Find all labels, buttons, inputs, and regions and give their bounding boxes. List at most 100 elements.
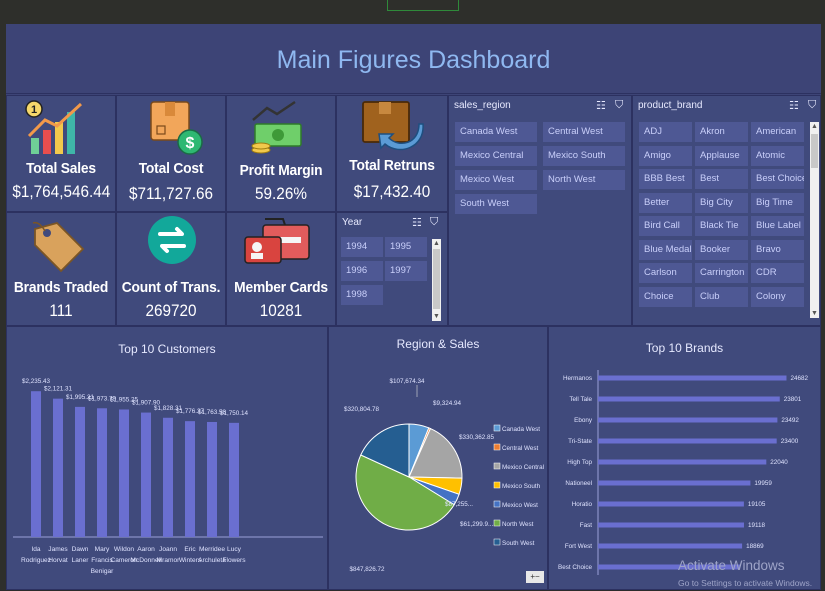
- brand-item[interactable]: American: [751, 122, 804, 142]
- brand-item[interactable]: Booker: [695, 239, 748, 260]
- activation-watermark-subtitle: Go to Settings to activate Windows.: [678, 578, 813, 588]
- legend-label: Mexico Central: [502, 464, 544, 471]
- bar: [75, 406, 85, 537]
- brand-item[interactable]: Carrington: [695, 263, 748, 283]
- slicer-header: product_brand: [638, 100, 703, 111]
- brand-item[interactable]: Bird Call: [639, 216, 692, 236]
- brand-item[interactable]: Better: [639, 192, 692, 213]
- brand-item[interactable]: Amigo: [639, 145, 692, 166]
- kpi-label: Member Cards: [234, 279, 328, 296]
- category-label: Horatio: [572, 501, 593, 508]
- category-label: Mramor: [157, 557, 181, 564]
- slicer-product-brand[interactable]: product_brand ☷ ⛉ ADJ Akron American Amigo A…: [632, 95, 821, 326]
- year-item[interactable]: 1997: [385, 261, 427, 281]
- year-item[interactable]: 1994: [341, 237, 383, 257]
- legend-swatch: [493, 424, 501, 432]
- brand-item[interactable]: BBB Best: [639, 169, 692, 189]
- category-label: Tell Tale: [569, 396, 592, 403]
- category-label: Best Choice: [558, 564, 592, 571]
- region-item[interactable]: Central West: [543, 122, 625, 142]
- selection-indicator: [387, 0, 459, 11]
- brand-item[interactable]: Carlson: [639, 263, 692, 283]
- kpi-total-sales[interactable]: 1 Total Sales $1,764,546.44: [6, 95, 116, 212]
- slicer-year[interactable]: Year ☷ ⛉ 1994 1995 1996 1997 1998 ▲ ▼: [336, 212, 448, 326]
- expand-collapse-icon[interactable]: +−: [526, 571, 544, 583]
- multi-select-icon[interactable]: ☷: [596, 99, 606, 112]
- category-label: Merridee: [199, 546, 225, 553]
- kpi-count-transactions[interactable]: Count of Trans. 269720: [116, 212, 226, 326]
- brand-item[interactable]: Black Tie: [695, 216, 748, 236]
- id-card-icon: [244, 218, 310, 264]
- price-tag-icon: [32, 221, 85, 273]
- clear-filter-icon[interactable]: ⛉: [808, 99, 816, 112]
- category-label: Tri-State: [568, 438, 592, 445]
- scroll-up-icon: ▲: [433, 240, 440, 247]
- brand-item[interactable]: Bravo: [751, 239, 804, 260]
- kpi-member-cards[interactable]: Member Cards 10281: [226, 212, 336, 326]
- dashboard: Main Figures Dashboard 1 Total Sales $1,…: [6, 24, 821, 590]
- brand-item[interactable]: Best Choice: [751, 169, 804, 189]
- data-label: $1,750.14: [220, 410, 249, 417]
- kpi-total-cost[interactable]: $ Total Cost $711,727.66: [116, 95, 226, 212]
- clear-filter-icon[interactable]: ⛉: [430, 216, 438, 229]
- brand-item[interactable]: Applause: [695, 145, 748, 166]
- legend-label: Mexico South: [502, 483, 541, 490]
- brand-scrollbar[interactable]: ▲ ▼: [810, 122, 819, 318]
- multi-select-icon[interactable]: ☷: [789, 99, 799, 112]
- year-item[interactable]: 1995: [385, 237, 427, 257]
- year-item[interactable]: 1996: [341, 261, 383, 281]
- brand-item[interactable]: Blue Medal: [639, 239, 692, 260]
- category-label: Hermanos: [563, 375, 592, 382]
- kpi-profit-margin[interactable]: Profit Margin 59.26%: [226, 95, 336, 212]
- region-item[interactable]: South West: [455, 194, 537, 214]
- data-label: $847,826.72: [349, 566, 385, 573]
- legend-swatch: [493, 500, 501, 508]
- bar: [598, 522, 744, 528]
- exchange-arrows-icon: [148, 216, 196, 264]
- kpi-brands-traded[interactable]: Brands Traded 111: [6, 212, 116, 326]
- category-label: Aaron: [137, 546, 155, 553]
- category-label: Wildon: [114, 546, 134, 553]
- legend-swatch: [493, 481, 501, 489]
- kpi-label: Total Sales: [26, 160, 96, 177]
- region-item[interactable]: Mexico Central: [455, 146, 537, 166]
- brand-item[interactable]: ADJ: [639, 122, 692, 142]
- year-item[interactable]: 1998: [341, 285, 383, 305]
- region-item[interactable]: North West: [543, 170, 625, 190]
- kpi-value: $1,764,546.44: [12, 182, 111, 201]
- legend-label: Canada West: [502, 426, 540, 433]
- brand-item[interactable]: Choice: [639, 286, 692, 307]
- category-label: Horvat: [48, 557, 68, 564]
- clear-filter-icon[interactable]: ⛉: [615, 99, 623, 112]
- brand-item[interactable]: Best: [695, 169, 748, 189]
- legend-label: North West: [502, 521, 534, 528]
- window-frame: Main Figures Dashboard 1 Total Sales $1,…: [0, 0, 825, 590]
- kpi-label: Profit Margin: [239, 162, 323, 179]
- brand-item[interactable]: Big Time: [751, 192, 804, 213]
- multi-select-icon[interactable]: ☷: [412, 216, 422, 229]
- slicer-sales-region[interactable]: sales_region ☷ ⛉ Canada West Central West…: [448, 95, 632, 326]
- bar: [598, 480, 751, 486]
- region-item[interactable]: Mexico South: [543, 146, 625, 166]
- bar: [97, 408, 107, 537]
- year-scrollbar[interactable]: ▲ ▼: [432, 239, 441, 321]
- brand-item[interactable]: Club: [695, 286, 748, 307]
- kpi-total-returns[interactable]: Total Retruns $17,432.40: [336, 95, 448, 212]
- box-dollar-icon: $: [150, 101, 203, 155]
- data-label: 19959: [754, 480, 772, 487]
- category-label: Mary: [95, 546, 110, 553]
- brand-item[interactable]: CDR: [751, 263, 804, 283]
- brand-item[interactable]: Big City: [695, 192, 748, 213]
- region-item[interactable]: Canada West: [455, 122, 537, 142]
- kpi-label: Count of Trans.: [121, 279, 221, 296]
- category-label: Flowers: [222, 557, 246, 564]
- brand-item[interactable]: Colony: [751, 286, 804, 307]
- region-item[interactable]: Mexico West: [455, 170, 537, 190]
- brand-item[interactable]: Blue Label: [751, 216, 804, 236]
- category-label: Dawn: [72, 546, 89, 553]
- bar: [229, 422, 239, 537]
- brand-item[interactable]: Atomic: [751, 145, 804, 166]
- brand-item[interactable]: Akron: [695, 122, 748, 142]
- data-label: $330,362.85: [459, 434, 495, 441]
- data-label: 18869: [746, 543, 764, 550]
